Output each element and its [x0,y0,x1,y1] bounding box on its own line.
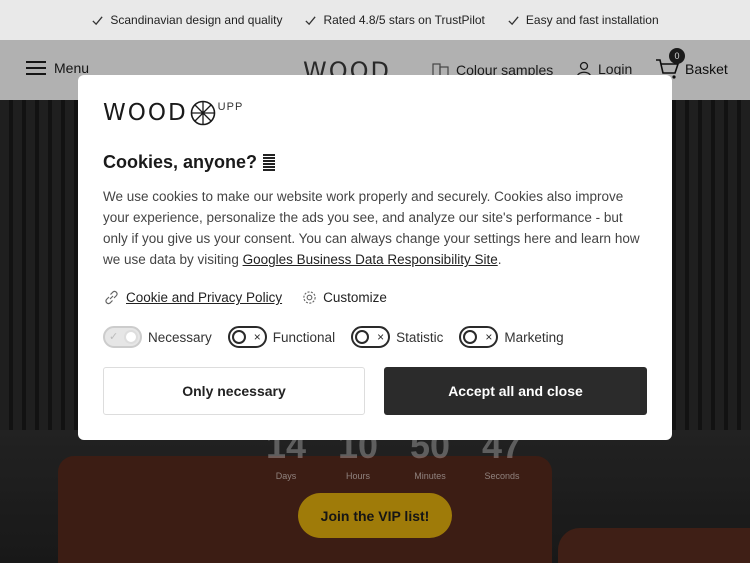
usp-text: Scandinavian design and quality [110,13,283,27]
toggle-label: Statistic [396,329,444,345]
snowflake-logo-icon [190,100,215,126]
necessary-switch: ✓ [103,326,142,348]
customize-label: Customize [323,290,387,305]
usp-item: Rated 4.8/5 stars on TrustPilot [304,13,485,27]
dialog-title: Cookies, anyone? [103,152,276,173]
toggle-necessary: ✓ Necessary [103,326,212,348]
usp-text: Easy and fast installation [525,13,659,27]
toggle-functional[interactable]: × Functional [227,326,336,348]
customize-button[interactable]: Customize [302,290,387,305]
cookie-icon [263,153,276,172]
toggle-marketing[interactable]: × Marketing [459,326,564,348]
usp-item: Scandinavian design and quality [91,13,282,27]
accept-all-button[interactable]: Accept all and close [384,367,647,415]
close-icon: × [377,330,385,344]
usp-bar: Scandinavian design and quality Rated 4.… [0,0,750,40]
toggle-statistic[interactable]: × Statistic [351,326,443,348]
cookie-category-toggles: ✓ Necessary × Functional × Statistic × M… [103,326,564,348]
cookie-consent-dialog: WOOD UPP Cookies, anyone? We use cookies… [78,75,672,440]
functional-switch[interactable]: × [227,326,267,348]
modal-logo: WOOD UPP [103,100,243,126]
logo-suffix: UPP [217,101,244,113]
only-necessary-button[interactable]: Only necessary [103,367,365,415]
google-data-responsibility-link[interactable]: Googles Business Data Responsibility Sit… [243,252,498,267]
dialog-body: We use cookies to make our website work … [103,186,648,270]
dialog-links: Cookie and Privacy Policy Customize [103,289,387,306]
close-icon: × [485,330,493,344]
toggle-label: Functional [272,329,336,345]
gear-icon [303,291,316,304]
usp-text: Rated 4.8/5 stars on TrustPilot [323,13,485,27]
link-icon [105,290,118,305]
dialog-body-end: . [497,252,502,267]
usp-item: Easy and fast installation [507,13,659,27]
privacy-policy-link[interactable]: Cookie and Privacy Policy [103,289,282,306]
check-icon [92,15,103,25]
close-icon: × [253,330,261,344]
toggle-label: Marketing [504,329,564,345]
toggle-label: Necessary [148,329,212,345]
statistic-switch[interactable]: × [351,326,391,348]
check-icon [508,15,519,25]
check-icon [305,15,317,25]
dialog-title-text: Cookies, anyone? [103,152,258,172]
privacy-policy-label: Cookie and Privacy Policy [126,290,283,305]
marketing-switch[interactable]: × [459,326,499,348]
logo-wordmark: WOOD [103,100,188,126]
